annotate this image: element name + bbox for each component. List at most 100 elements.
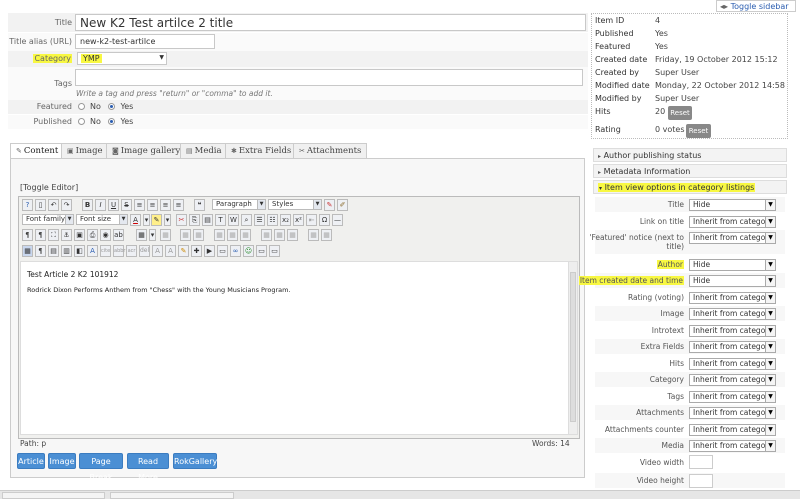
taskbar-item[interactable]: [2, 492, 105, 499]
table-insert-col-icon[interactable]: ▦: [227, 229, 238, 241]
video-width-input[interactable]: [689, 455, 713, 469]
print-icon[interactable]: ⎙: [87, 229, 98, 241]
copy-icon[interactable]: ⎘: [189, 214, 200, 226]
horizontal-rule-icon[interactable]: —: [332, 214, 343, 226]
published-no-radio[interactable]: [78, 118, 85, 125]
page-break-button[interactable]: Page Break: [79, 453, 123, 482]
format-select[interactable]: Paragraph ▼: [212, 199, 266, 210]
tab-extra-fields[interactable]: ✱ Extra Fields: [225, 143, 298, 158]
align-right-icon[interactable]: ≡: [160, 199, 171, 211]
numbered-list-icon[interactable]: ☷: [267, 214, 278, 226]
category-select[interactable]: YMP ▼: [77, 52, 167, 65]
item-view-options-panel[interactable]: ▾ Item view options in category listings: [593, 180, 787, 194]
alias-input[interactable]: new-k2-test-artilce: [75, 34, 215, 49]
chevron-down-icon[interactable]: ▾: [164, 214, 171, 226]
link-icon[interactable]: ∞: [230, 245, 241, 257]
font-size-select[interactable]: Font size ▼: [76, 214, 128, 225]
table-icon[interactable]: ▦: [136, 229, 147, 241]
styles-select[interactable]: Styles ▼: [268, 199, 322, 210]
acronym-icon[interactable]: acr: [126, 245, 137, 257]
title-input[interactable]: New K2 Test artilce 2 title: [75, 14, 586, 31]
clear-format-icon[interactable]: ✎: [324, 199, 335, 211]
undo-icon[interactable]: ↶: [48, 199, 59, 211]
media-insert-icon[interactable]: ▶: [204, 245, 215, 257]
table-col-icon[interactable]: ▦: [287, 229, 298, 241]
tags-input[interactable]: [75, 69, 583, 86]
highlight-color-icon[interactable]: ✎: [151, 214, 162, 226]
toggle-editor-link[interactable]: [Toggle Editor]: [20, 183, 78, 192]
insert-date-icon[interactable]: ▭: [256, 245, 267, 257]
metadata-panel[interactable]: ▸ Metadata Information: [593, 164, 787, 178]
template-icon[interactable]: ▤: [48, 245, 59, 257]
reset-rating-button[interactable]: Reset: [686, 124, 711, 138]
table-extra-icon[interactable]: ▦: [308, 229, 319, 241]
spellcheck-icon[interactable]: ab: [113, 229, 124, 241]
ins-icon[interactable]: A: [152, 245, 163, 257]
chevron-down-icon[interactable]: ▾: [149, 229, 156, 241]
option-select[interactable]: Inherit from category: [689, 325, 776, 337]
attribs-icon[interactable]: A: [165, 245, 176, 257]
help-icon[interactable]: ?: [22, 199, 33, 211]
chevron-down-icon[interactable]: ▾: [143, 214, 150, 226]
option-select[interactable]: Hide: [689, 259, 776, 271]
article-button[interactable]: Article: [17, 453, 45, 469]
table-cell-props-icon[interactable]: ▦: [180, 229, 191, 241]
published-yes-radio[interactable]: [108, 118, 116, 125]
featured-no-radio[interactable]: [78, 103, 85, 110]
omega-icon[interactable]: Ω: [319, 214, 330, 226]
option-select[interactable]: Inherit from category: [689, 358, 776, 370]
option-select[interactable]: Inherit from category: [689, 374, 776, 386]
font-color-icon[interactable]: A: [87, 245, 98, 257]
table-row-props-icon[interactable]: ▦: [160, 229, 171, 241]
editor-scrollbar[interactable]: [568, 262, 577, 434]
new-document-icon[interactable]: ▯: [35, 199, 46, 211]
align-center-icon[interactable]: ≡: [147, 199, 158, 211]
table-extra2-icon[interactable]: ▦: [321, 229, 332, 241]
align-left-icon[interactable]: ≡: [134, 199, 145, 211]
style-props-icon[interactable]: ▥: [61, 245, 72, 257]
code-icon[interactable]: ▭: [217, 245, 228, 257]
font-family-select[interactable]: Font family ▼: [22, 214, 74, 225]
table-delete-col-icon[interactable]: ▦: [240, 229, 251, 241]
option-select[interactable]: Inherit from category: [689, 232, 776, 244]
tab-image-gallery[interactable]: ◙ Image gallery: [106, 143, 187, 158]
table-insert-row-icon[interactable]: ▦: [193, 229, 204, 241]
tab-content[interactable]: ✎ Content: [10, 143, 65, 159]
anchor-icon[interactable]: ⚓: [61, 229, 72, 241]
layer-icon[interactable]: ◧: [74, 245, 85, 257]
bold-icon[interactable]: B: [82, 199, 93, 211]
redo-icon[interactable]: ↷: [61, 199, 72, 211]
abbr-icon[interactable]: abbr: [113, 245, 125, 257]
option-select[interactable]: Inherit from category: [689, 391, 776, 403]
del-icon[interactable]: del: [139, 245, 150, 257]
blockquote-icon[interactable]: ❝: [194, 199, 205, 211]
insert-time-icon[interactable]: ▭: [269, 245, 280, 257]
paste-word-icon[interactable]: W: [228, 214, 239, 226]
taskbar-item[interactable]: [110, 492, 234, 499]
rokgallery-button[interactable]: RokGallery: [173, 453, 217, 469]
find-icon[interactable]: ⌕: [241, 214, 252, 226]
superscript-icon[interactable]: x²: [293, 214, 304, 226]
option-select[interactable]: Hide: [689, 275, 776, 287]
visual-aid-icon[interactable]: ▦: [22, 245, 33, 257]
show-blocks-icon[interactable]: ¶: [35, 245, 46, 257]
cut-icon[interactable]: ✂: [176, 214, 187, 226]
option-select[interactable]: Inherit from category: [689, 341, 776, 353]
underline-icon[interactable]: U: [108, 199, 119, 211]
video-height-input[interactable]: [689, 474, 713, 488]
image-insert-icon[interactable]: ▣: [74, 229, 85, 241]
tab-image[interactable]: ▣ Image: [61, 143, 109, 158]
fullscreen-icon[interactable]: ⛶: [48, 229, 59, 241]
author-publishing-panel[interactable]: ▸ Author publishing status: [593, 148, 787, 162]
plugin-icon[interactable]: ✚: [191, 245, 202, 257]
option-select[interactable]: Inherit from category: [689, 308, 776, 320]
option-select[interactable]: Hide: [689, 199, 776, 211]
read-more-button[interactable]: Read More: [127, 453, 169, 482]
option-select[interactable]: Inherit from category: [689, 424, 776, 436]
subscript-icon[interactable]: x₂: [280, 214, 291, 226]
toggle-sidebar-link[interactable]: ◂▸ Toggle sidebar: [716, 0, 796, 12]
table-merge-icon[interactable]: ▦: [274, 229, 285, 241]
table-split-icon[interactable]: ▦: [261, 229, 272, 241]
strikethrough-icon[interactable]: S: [121, 199, 132, 211]
emoticon-icon[interactable]: ☺: [243, 245, 254, 257]
